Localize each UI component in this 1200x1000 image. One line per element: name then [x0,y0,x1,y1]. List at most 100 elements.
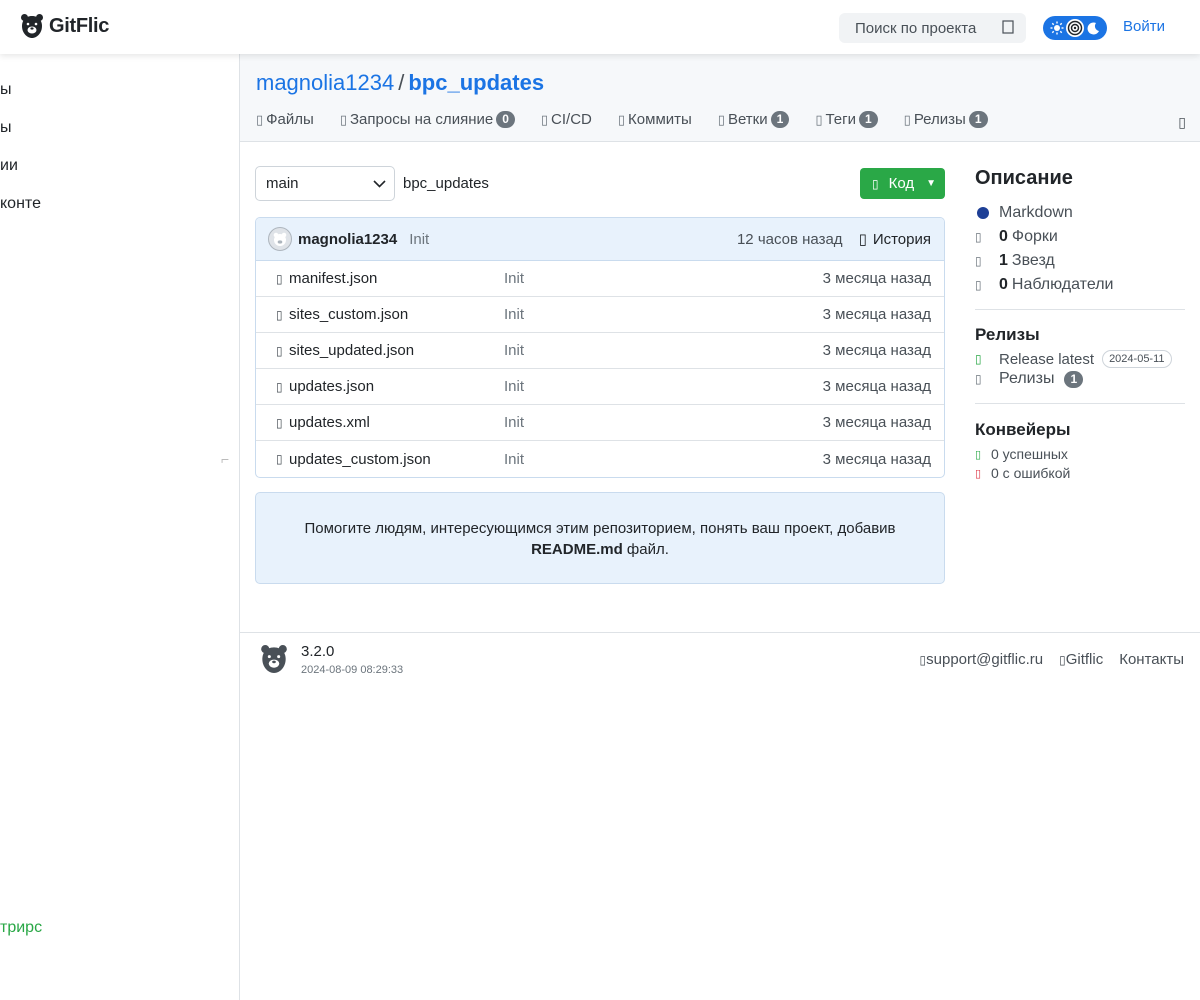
tab-cicd[interactable]: ▯ CI/CD [541,111,592,128]
release-date: 2024-05-11 [1102,350,1172,368]
readme-file-link[interactable]: README.md [531,541,623,558]
tab-files[interactable]: ▯ Файлы [256,111,314,128]
file-name[interactable]: sites_custom.json [289,306,504,323]
tab-releases[interactable]: ▯ Релизы 1 [904,111,988,128]
tag-icon: ▯ [975,352,982,366]
tab-tags[interactable]: ▯ Теги 1 [815,111,878,128]
commit-message[interactable]: Init [409,231,737,248]
file-row[interactable]: ▯ manifest.json Init 3 месяца назад [256,261,944,297]
left-sidebar: ы ы ии конте трирс [0,54,240,1000]
contacts-link[interactable]: Контакты [1119,651,1184,668]
pipelines-success-label: 0 успешных [991,446,1068,462]
file-commit-message[interactable]: Init [504,378,823,395]
file-row[interactable]: ▯ sites_custom.json Init 3 месяца назад [256,297,944,333]
theme-toggle[interactable] [1043,16,1107,40]
left-nav-item[interactable]: ы [0,119,12,137]
tab-label: Запросы на слияние [349,111,494,128]
repo-name-link[interactable]: bpc_updates [408,70,544,95]
forks-count: 0 [999,228,1008,245]
file-row[interactable]: ▯ updates.json Init 3 месяца назад [256,369,944,405]
gitflic-link[interactable]: ▯Gitflic [1059,651,1103,668]
history-button[interactable]: ▯ История [859,230,931,249]
release-latest-item[interactable]: ▯ Release latest 2024-05-11 [975,350,1185,368]
tab-label: Релизы [913,111,966,128]
code-button[interactable]: ▯ Код ▼ [860,168,945,199]
code-icon: ▯ [872,176,879,191]
file-icon: ▯ [276,343,283,358]
error-icon: ▯ [975,467,982,480]
watchers-count: 0 [999,276,1008,293]
file-time: 3 месяца назад [822,306,931,323]
readme-hint-text: Помогите людям, интересующимся этим репо… [304,520,896,537]
file-icon: ▯ [256,111,264,127]
left-nav-item[interactable]: конте [0,195,41,213]
logo-text: GitFlic [49,14,110,37]
file-name[interactable]: updates.json [289,378,504,395]
tab-branches[interactable]: ▯ Ветки 1 [718,111,790,128]
auto-theme-icon[interactable] [1066,19,1084,37]
releases-item[interactable]: ▯ Релизы 1 [975,370,1185,388]
file-commit-message[interactable]: Init [504,451,823,468]
star-icon: ▯ [975,254,982,268]
stars-count: 1 [999,252,1008,269]
search-input[interactable]: Поиск по проекта [839,13,1026,43]
merge-icon: ▯ [339,111,347,127]
pipelines-failed[interactable]: ▯ 0 с ошибкой [975,465,1185,481]
file-time: 3 месяца назад [822,378,931,395]
tab-merge-requests[interactable]: ▯ Запросы на слияние 0 [340,111,515,128]
file-row[interactable]: ▯ sites_updated.json Init 3 месяца назад [256,333,944,369]
search-icon[interactable] [1002,19,1026,37]
decorative-mark: ⌐ [221,451,230,467]
stars-item[interactable]: ▯ 1 Звезд [975,252,1185,270]
watchers-label: Наблюдатели [1011,276,1114,293]
release-latest-label: Release latest [999,350,1095,368]
login-link[interactable]: Войти [1123,18,1165,35]
pipelines-success[interactable]: ▯ 0 успешных [975,446,1185,462]
commit-author[interactable]: magnolia1234 [298,231,397,248]
file-time: 3 месяца назад [822,342,931,359]
releases-label: Релизы [999,370,1055,387]
file-name[interactable]: manifest.json [289,270,504,287]
left-nav-item[interactable]: ии [0,157,18,175]
gitflic-logo[interactable]: GitFlic [20,13,109,39]
forks-item[interactable]: ▯ 0 Форки [975,228,1185,246]
file-row[interactable]: ▯ updates_custom.json Init 3 месяца наза… [256,441,944,477]
file-commit-message[interactable]: Init [504,306,823,323]
watchers-item[interactable]: ▯ 0 Наблюдатели [975,276,1185,294]
support-email: support@gitflic.ru [926,651,1044,668]
footer-logo[interactable] [260,643,288,679]
left-nav-item[interactable]: ы [0,81,12,99]
register-link[interactable]: трирс [0,919,42,937]
file-table: magnolia1234 Init 12 часов назад ▯ Истор… [255,217,945,478]
file-name[interactable]: sites_updated.json [289,342,504,359]
sun-icon[interactable] [1048,19,1066,37]
tab-label: Теги [825,111,856,128]
readme-hint-suffix: файл. [626,541,669,558]
release-icon: ▯ [975,372,982,386]
file-commit-message[interactable]: Init [504,270,823,287]
repo-title-separator: / [398,70,405,95]
count-badge: 1 [858,111,878,128]
file-commit-message[interactable]: Init [504,342,823,359]
repo-header: magnolia1234/bpc_updates ▯ Файлы ▯ Запро… [240,54,1200,142]
file-row[interactable]: ▯ updates.xml Init 3 месяца назад [256,405,944,441]
support-email-link[interactable]: ▯support@gitflic.ru [920,651,1044,668]
file-name[interactable]: updates.xml [289,414,504,431]
branch-select[interactable]: main [255,166,395,201]
count-badge: 1 [1064,370,1084,388]
commit-time: 12 часов назад [736,230,843,248]
tab-label: Коммиты [628,111,692,128]
tab-commits[interactable]: ▯ Коммиты [618,111,692,128]
repo-owner-link[interactable]: magnolia1234 [256,70,394,95]
cicd-icon: ▯ [540,111,549,127]
description-title: Описание [975,167,1073,189]
more-options-icon[interactable]: ▯ [1178,114,1186,131]
bear-logo-icon [21,14,43,38]
release-icon: ▯ [903,111,911,127]
language-dot [977,207,989,219]
last-commit-row: magnolia1234 Init 12 часов назад ▯ Истор… [256,218,944,261]
file-commit-message[interactable]: Init [504,414,823,431]
avatar[interactable] [268,227,292,251]
moon-icon[interactable] [1084,19,1102,37]
file-name[interactable]: updates_custom.json [289,451,504,468]
